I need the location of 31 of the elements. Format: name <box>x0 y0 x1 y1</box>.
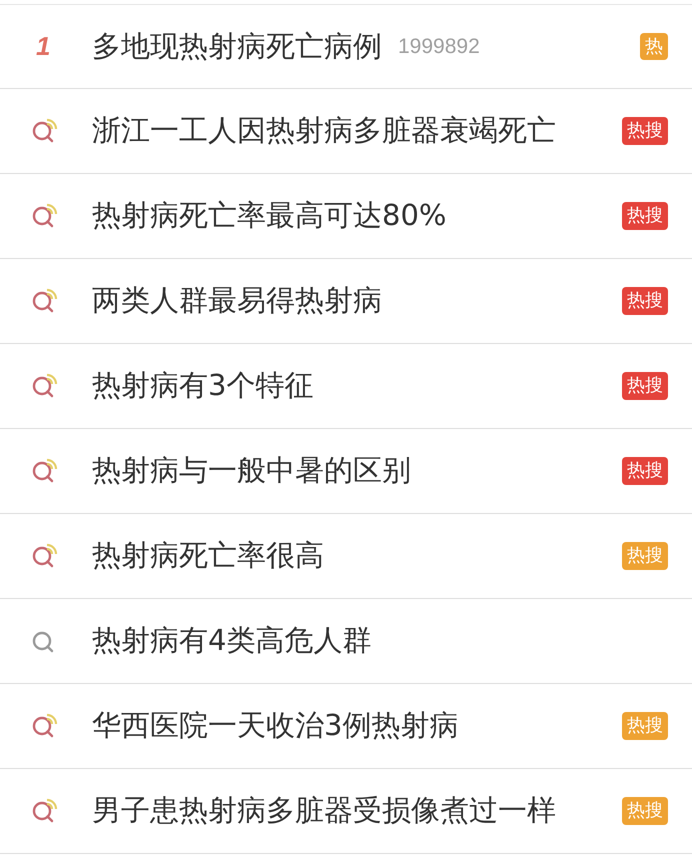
hot-badge: 热搜 <box>622 797 668 825</box>
topic-title: 多地现热射病死亡病例 <box>92 28 382 64</box>
topic-title: 热射病有4类高危人群 <box>92 622 372 659</box>
topic-title: 热射病与一般中暑的区别 <box>92 452 411 489</box>
list-row[interactable]: 热射病有3个特征 热搜 <box>0 344 692 429</box>
list-row[interactable]: 浙江一工人因热射病多脏器衰竭死亡 热搜 <box>0 89 692 174</box>
list-row[interactable]: 热射病死亡率很高 热搜 <box>0 514 692 599</box>
list-row[interactable]: 华西医院一天收治3例热射病 热搜 <box>0 684 692 769</box>
hot-badge: 热搜 <box>622 372 668 400</box>
list-row[interactable]: 热射病死亡率最高可达80% 热搜 <box>0 174 692 259</box>
list-row[interactable]: 男子患热射病多脏器受损像煮过一样 热搜 <box>0 769 692 854</box>
topic-title: 华西医院一天收治3例热射病 <box>92 707 458 744</box>
topic-title: 浙江一工人因热射病多脏器衰竭死亡 <box>92 112 556 149</box>
topic-title: 两类人群最易得热射病 <box>92 282 382 319</box>
list-row[interactable]: 1 多地现热射病死亡病例 1999892 热 <box>0 5 692 89</box>
hot-badge: 热搜 <box>622 202 668 230</box>
hot-badge: 热搜 <box>622 712 668 740</box>
hot-badge: 热搜 <box>622 542 668 570</box>
topic-title: 热射病有3个特征 <box>92 367 314 404</box>
topic-title: 热射病死亡率最高可达80% <box>92 197 446 234</box>
rank-number: 1 <box>36 31 50 62</box>
hot-badge: 热搜 <box>622 457 668 485</box>
hot-badge: 热搜 <box>622 117 668 145</box>
list-row[interactable]: 热射病与一般中暑的区别 热搜 <box>0 429 692 514</box>
hot-badge: 热搜 <box>622 287 668 315</box>
topic-title: 热射病死亡率很高 <box>92 537 324 574</box>
list-row[interactable]: 热射病有4类高危人群 <box>0 599 692 684</box>
view-count: 1999892 <box>398 34 480 58</box>
list-row[interactable]: 两类人群最易得热射病 热搜 <box>0 259 692 344</box>
topic-title: 男子患热射病多脏器受损像煮过一样 <box>92 792 556 829</box>
hot-badge: 热 <box>640 32 668 60</box>
